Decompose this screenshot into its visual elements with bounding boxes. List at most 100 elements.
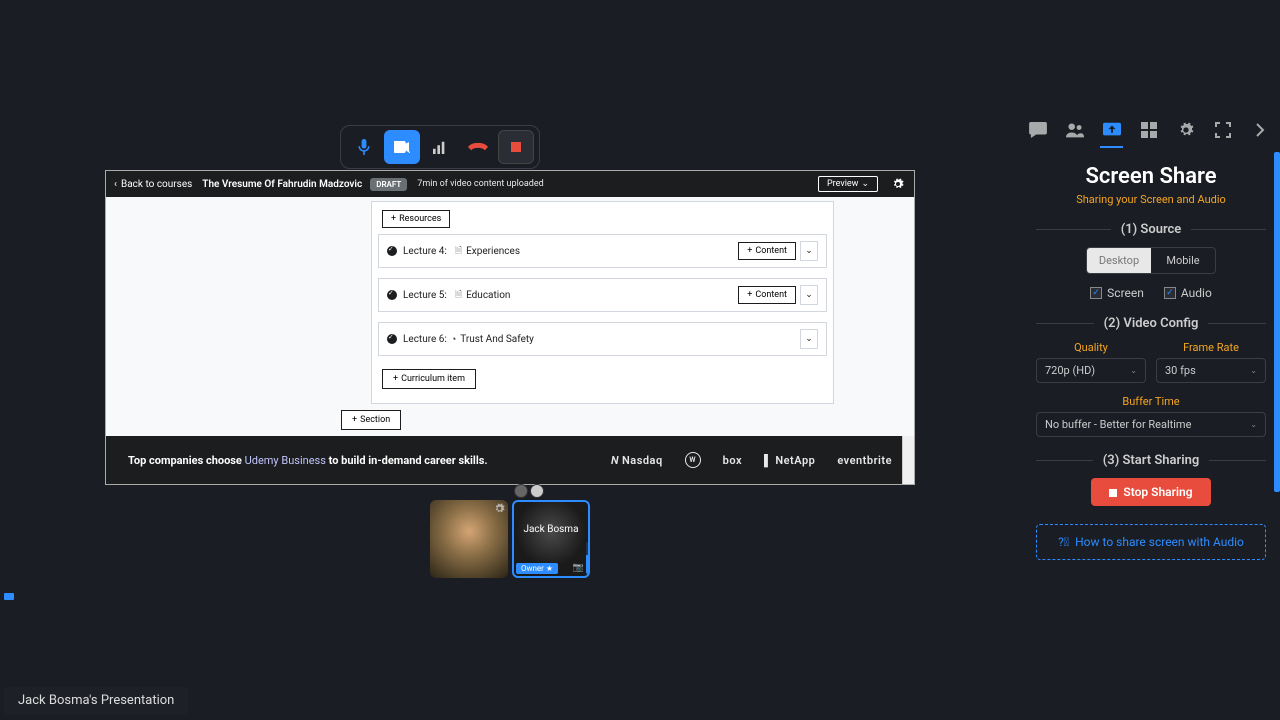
participant-tile-self[interactable] <box>430 500 508 578</box>
expand-button[interactable]: ⌄ <box>800 285 818 305</box>
participant-name: Jack Bosma <box>514 524 588 535</box>
plus-icon: + <box>393 374 398 384</box>
lecture-name: Trust And Safety <box>460 334 800 345</box>
section-video: (2) Video Config <box>1036 316 1266 331</box>
document-icon: 🗎 <box>455 287 462 303</box>
course-header: ‹ Back to courses The Vresume Of Fahrudi… <box>106 171 914 197</box>
share-checks: ✓Screen ✓Audio <box>1036 286 1266 300</box>
document-icon: 🗎 <box>455 243 462 259</box>
buffer-label: Buffer Time <box>1036 395 1266 408</box>
grid-icon[interactable] <box>1139 120 1158 140</box>
screen-checkbox[interactable]: ✓Screen <box>1090 286 1144 300</box>
collapse-icon[interactable] <box>1251 120 1270 140</box>
lecture-number: Lecture 6: <box>403 334 447 345</box>
mobile-button[interactable]: Mobile <box>1151 248 1215 273</box>
section-source: (1) Source <box>1036 222 1266 237</box>
screen-share-panel: Screen Share Sharing your Screen and Aud… <box>1022 112 1280 622</box>
record-button[interactable] <box>498 130 534 164</box>
add-item-label: Curriculum item <box>401 374 465 384</box>
call-toolbar <box>340 125 540 169</box>
avatar <box>514 484 528 498</box>
avatar <box>530 484 544 498</box>
lecture-number: Lecture 5: <box>403 290 447 301</box>
plus-icon: + <box>747 290 752 300</box>
resources-button[interactable]: + Resources <box>382 210 450 228</box>
camera-off-icon: 📷 <box>573 563 584 573</box>
add-curriculum-button[interactable]: + Curriculum item <box>382 369 476 389</box>
mic-icon <box>357 139 371 155</box>
content-button[interactable]: +Content <box>738 242 796 260</box>
back-to-courses[interactable]: ‹ Back to courses <box>114 179 192 190</box>
lecture-row[interactable]: Lecture 6: ◔ Trust And Safety ⌄ <box>378 322 827 356</box>
fullscreen-icon[interactable] <box>1214 120 1233 140</box>
shared-screen: ‹ Back to courses The Vresume Of Fahrudi… <box>105 170 915 485</box>
plus-icon: + <box>747 246 752 256</box>
how-to-link[interactable]: ?⃝ How to share screen with Audio <box>1036 524 1266 560</box>
draft-badge: DRAFT <box>370 178 407 191</box>
lecture-name: Experiences <box>466 246 738 257</box>
avatar-row <box>514 484 544 498</box>
camera-button[interactable] <box>384 130 420 164</box>
panel-title: Screen Share <box>1036 164 1266 189</box>
lecture-row[interactable]: Lecture 5: 🗎 Education +Content ⌄ <box>378 278 827 312</box>
framerate-label: Frame Rate <box>1156 341 1266 354</box>
participants-icon[interactable] <box>1065 120 1084 140</box>
preview-label: Preview <box>827 179 858 189</box>
course-title: The Vresume Of Fahrudin Madzovic <box>202 179 362 190</box>
plus-icon: + <box>391 214 396 224</box>
status-indicator <box>4 593 14 600</box>
chevron-down-icon: ⌄ <box>1250 420 1257 429</box>
gear-icon[interactable] <box>892 178 904 190</box>
panel-subtitle: Sharing your Screen and Audio <box>1036 193 1266 206</box>
footer-text: Top companies choose Udemy Business to b… <box>128 454 488 467</box>
quality-label: Quality <box>1036 341 1146 354</box>
chat-icon[interactable] <box>1028 120 1047 140</box>
plus-icon: + <box>352 415 357 425</box>
settings-icon[interactable] <box>1177 120 1196 140</box>
panel-scrollbar[interactable] <box>1274 152 1280 492</box>
lecture-number: Lecture 4: <box>403 246 447 257</box>
expand-button[interactable]: ⌄ <box>800 241 818 261</box>
netapp-logo: ▌NetApp <box>764 454 815 467</box>
chevron-left-icon: ‹ <box>114 179 117 190</box>
check-icon <box>387 246 397 256</box>
course-footer: Top companies choose Udemy Business to b… <box>106 436 914 484</box>
vw-logo: W <box>685 452 701 468</box>
box-logo: box <box>723 454 742 467</box>
add-section-button[interactable]: + Section <box>341 410 401 430</box>
content-button[interactable]: +Content <box>738 286 796 304</box>
resources-label: Resources <box>399 214 441 224</box>
preview-button[interactable]: Preview ⌄ <box>818 176 878 192</box>
desktop-button[interactable]: Desktop <box>1087 248 1151 273</box>
udemy-business-link[interactable]: Udemy Business <box>245 454 326 467</box>
course-body: + Resources Lecture 4: 🗎 Experiences +Co… <box>106 197 914 436</box>
audio-checkbox[interactable]: ✓Audio <box>1164 286 1212 300</box>
check-icon <box>387 290 397 300</box>
footer-logos: NNasdaq W box ▌NetApp eventbrite <box>611 452 892 468</box>
hangup-button[interactable] <box>460 130 496 164</box>
framerate-select[interactable]: 30 fps⌄ <box>1156 358 1266 383</box>
eventbrite-logo: eventbrite <box>837 454 892 467</box>
source-toggle: Desktop Mobile <box>1086 247 1216 274</box>
upload-status: 7min of video content uploaded <box>417 179 543 189</box>
quality-select[interactable]: 720p (HD)⌄ <box>1036 358 1146 383</box>
signal-button[interactable] <box>422 130 458 164</box>
gear-icon[interactable] <box>494 503 505 514</box>
record-icon <box>511 142 521 152</box>
lecture-name: Education <box>466 290 738 301</box>
expand-button[interactable]: ⌄ <box>800 329 818 349</box>
chevron-down-icon: ⌄ <box>1250 366 1257 375</box>
share-icon[interactable] <box>1102 120 1121 140</box>
section-card: + Resources Lecture 4: 🗎 Experiences +Co… <box>371 201 834 404</box>
hangup-icon <box>468 142 488 152</box>
nasdaq-logo: NNasdaq <box>611 454 663 467</box>
participant-tile-owner[interactable]: Jack Bosma Owner ★ 📷 <box>512 500 590 578</box>
mic-button[interactable] <box>346 130 382 164</box>
buffer-select[interactable]: No buffer - Better for Realtime⌄ <box>1036 412 1266 437</box>
stop-sharing-button[interactable]: Stop Sharing <box>1091 478 1210 506</box>
lecture-row[interactable]: Lecture 4: 🗎 Experiences +Content ⌄ <box>378 234 827 268</box>
back-label: Back to courses <box>121 179 192 190</box>
chevron-down-icon: ⌄ <box>861 179 869 189</box>
camera-off-icon <box>394 141 410 153</box>
panel-body: Screen Share Sharing your Screen and Aud… <box>1022 164 1280 560</box>
